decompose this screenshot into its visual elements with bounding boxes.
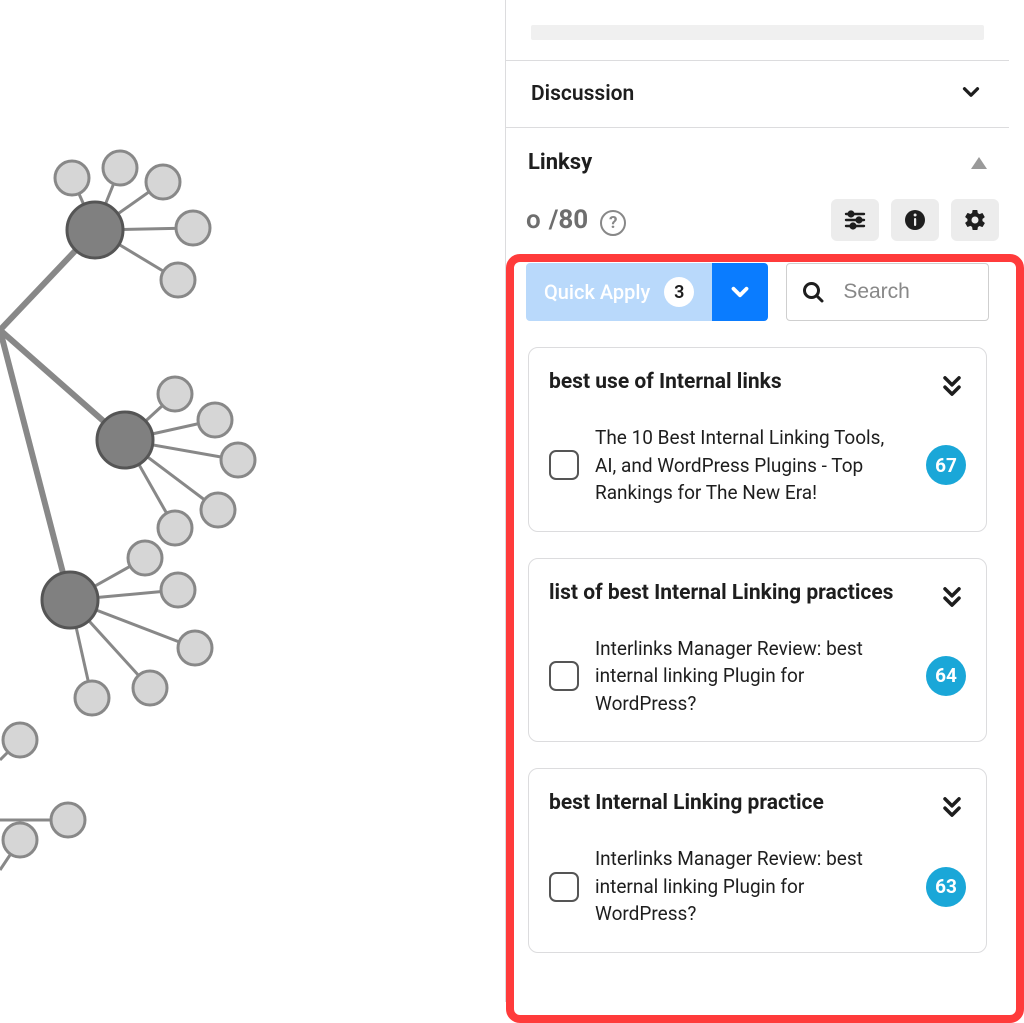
network-graph <box>0 120 330 940</box>
double-chevron-down-icon <box>938 793 966 821</box>
sliders-icon <box>843 208 867 232</box>
panel-discussion-title: Discussion <box>531 82 634 106</box>
chevron-down-icon <box>958 79 984 109</box>
graph-canvas <box>0 0 505 1002</box>
quick-apply-split-button: Quick Apply 3 <box>526 263 768 321</box>
suggestion-checkbox[interactable] <box>549 661 579 691</box>
suggestion-keyword: best use of Internal links <box>549 368 782 396</box>
expand-card-button[interactable] <box>938 368 966 404</box>
info-icon <box>903 208 927 232</box>
collapse-triangle-icon <box>971 157 987 169</box>
expand-card-button[interactable] <box>938 789 966 825</box>
chevron-down-icon <box>727 279 753 305</box>
suggestion-card: best Internal Linking practice Interlink… <box>528 768 987 953</box>
search-input[interactable] <box>841 279 974 305</box>
settings-sidebar: Discussion Linksy o/80 ? <box>505 0 1009 1002</box>
suggestion-checkbox[interactable] <box>549 872 579 902</box>
filters-button[interactable] <box>831 199 879 241</box>
double-chevron-down-icon <box>938 583 966 611</box>
expand-card-button[interactable] <box>938 579 966 615</box>
quick-apply-count: 3 <box>664 277 694 307</box>
suggestion-snippet: The 10 Best Internal Linking Tools, AI, … <box>595 424 910 507</box>
quick-apply-dropdown[interactable] <box>712 263 768 321</box>
suggestion-keyword: list of best Internal Linking practices <box>549 579 893 607</box>
suggestion-snippet: Interlinks Manager Review: best internal… <box>595 635 910 718</box>
suggestion-card: list of best Internal Linking practices … <box>528 558 987 743</box>
linksy-title: Linksy <box>528 150 592 175</box>
suggestion-keyword: best Internal Linking practice <box>549 789 824 817</box>
suggestion-card: best use of Internal links The 10 Best I… <box>528 347 987 532</box>
linksy-header[interactable]: Linksy <box>506 128 1009 185</box>
link-count-max: /80 <box>549 205 588 235</box>
suggestion-checkbox[interactable] <box>549 450 579 480</box>
quick-apply-button[interactable]: Quick Apply 3 <box>526 263 712 321</box>
search-icon <box>801 280 825 304</box>
suggestion-score: 67 <box>926 445 966 485</box>
gear-icon <box>963 208 987 232</box>
quick-apply-label: Quick Apply <box>544 280 650 304</box>
search-box[interactable] <box>786 263 989 321</box>
info-button[interactable] <box>891 199 939 241</box>
suggestion-score: 64 <box>926 656 966 696</box>
settings-button[interactable] <box>951 199 999 241</box>
panel-linksy: Linksy o/80 ? <box>506 128 1009 1003</box>
double-chevron-down-icon <box>938 372 966 400</box>
placeholder-block <box>531 25 984 40</box>
suggestion-score: 63 <box>926 867 966 907</box>
panel-discussion[interactable]: Discussion <box>506 60 1009 128</box>
link-count-current: o <box>526 205 541 235</box>
link-count: o/80 ? <box>526 205 626 236</box>
help-icon[interactable]: ? <box>600 210 626 236</box>
suggestion-snippet: Interlinks Manager Review: best internal… <box>595 845 910 928</box>
